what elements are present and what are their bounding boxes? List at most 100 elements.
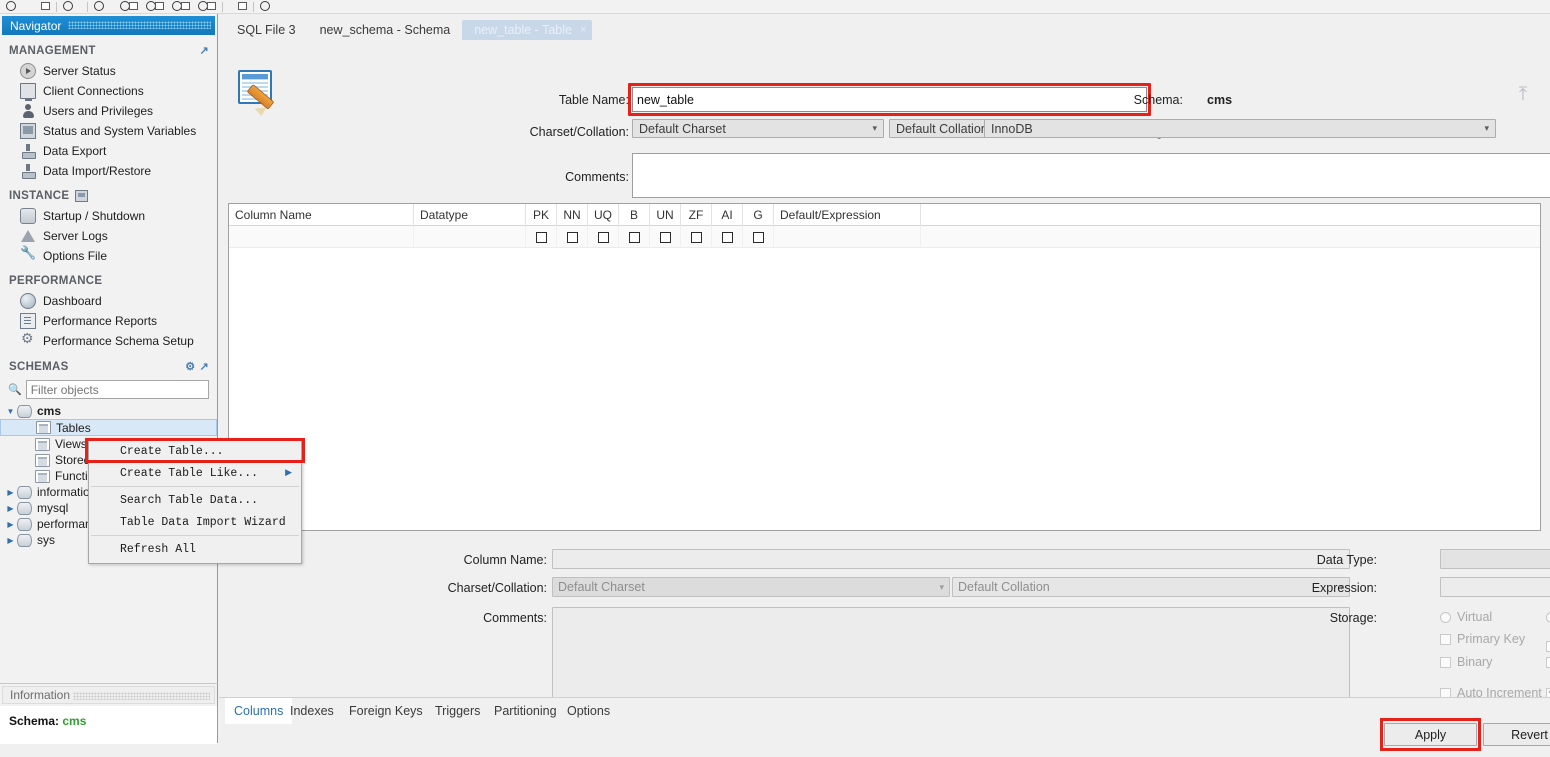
chevron-right-icon[interactable]: ▶ bbox=[4, 504, 17, 513]
tree-item-tables[interactable]: Tables bbox=[0, 419, 217, 436]
database-icon bbox=[17, 485, 32, 499]
grid-cell-un[interactable] bbox=[650, 226, 681, 248]
sidebar-item-users-privileges[interactable]: Users and Privileges bbox=[0, 101, 217, 121]
expand-icon[interactable]: ↗ bbox=[199, 360, 209, 373]
grid-cell-uq[interactable] bbox=[588, 226, 619, 248]
tab-foreign-keys[interactable]: Foreign Keys bbox=[340, 698, 432, 724]
grid-cell-default[interactable] bbox=[774, 226, 921, 248]
chevron-right-icon[interactable]: ▶ bbox=[4, 520, 17, 529]
new-table-icon[interactable] bbox=[30, 0, 52, 13]
column-charset-dropdown[interactable]: Default Charset ▾ bbox=[552, 577, 950, 597]
new-procedure-icon[interactable] bbox=[92, 0, 114, 13]
checkbox-icon[interactable] bbox=[628, 231, 640, 243]
grid-header-ai[interactable]: AI bbox=[712, 204, 743, 226]
charset-dropdown[interactable]: Default Charset ▾ bbox=[632, 119, 884, 138]
column-comments-textarea[interactable] bbox=[552, 607, 1350, 707]
flag-primary-key[interactable]: Primary Key bbox=[1440, 632, 1525, 646]
sidebar-item-label: Client Connections bbox=[43, 84, 144, 98]
sidebar-item-dashboard[interactable]: Dashboard bbox=[0, 291, 217, 311]
grid-header-name[interactable]: Column Name bbox=[229, 204, 414, 226]
tree-item-cms[interactable]: ▼ cms bbox=[0, 403, 217, 419]
grid-header-zf[interactable]: ZF bbox=[681, 204, 712, 226]
grid-cell-pk[interactable] bbox=[526, 226, 557, 248]
flag-unsigned[interactable]: Unsigned bbox=[1546, 655, 1550, 669]
sidebar-item-client-connections[interactable]: Client Connections bbox=[0, 81, 217, 101]
menu-item-table-data-import-wizard[interactable]: Table Data Import Wizard bbox=[89, 511, 301, 533]
tab-new-schema[interactable]: new_schema - Schema bbox=[308, 20, 463, 40]
grid-header-b[interactable]: B bbox=[619, 204, 650, 226]
menu-item-refresh-all[interactable]: Refresh All bbox=[89, 538, 301, 560]
reconnect-icon[interactable] bbox=[258, 0, 280, 13]
grid-cell-zf[interactable] bbox=[681, 226, 712, 248]
storage-option-virtual[interactable]: Virtual bbox=[1440, 610, 1492, 624]
information-panel: Information Schema: cms bbox=[0, 683, 218, 744]
sidebar-item-server-status[interactable]: Server Status bbox=[0, 61, 217, 81]
grid-header-un[interactable]: UN bbox=[650, 204, 681, 226]
grid-header-nn[interactable]: NN bbox=[557, 204, 588, 226]
grid-cell-nn[interactable] bbox=[557, 226, 588, 248]
checkbox-icon[interactable] bbox=[597, 231, 609, 243]
data-type-input[interactable] bbox=[1440, 549, 1550, 569]
tab-indexes[interactable]: Indexes bbox=[281, 698, 343, 724]
collapse-section-button[interactable]: ⤒ bbox=[1510, 82, 1536, 106]
chevron-right-icon[interactable]: ▶ bbox=[4, 488, 17, 497]
checkbox-icon[interactable] bbox=[566, 231, 578, 243]
sidebar-item-server-logs[interactable]: Server Logs bbox=[0, 226, 217, 246]
tab-triggers[interactable]: Triggers bbox=[426, 698, 489, 724]
filter-objects-input[interactable] bbox=[25, 380, 209, 399]
grid-cell-name[interactable] bbox=[229, 226, 414, 248]
sidebar-item-data-import[interactable]: Data Import/Restore bbox=[0, 161, 217, 181]
context-menu[interactable]: Create Table... Create Table Like... ▶ Sear… bbox=[88, 439, 302, 564]
grid-header-uq[interactable]: UQ bbox=[588, 204, 619, 226]
grid-cell-ai[interactable] bbox=[712, 226, 743, 248]
expression-input[interactable] bbox=[1440, 577, 1550, 597]
grid-cell-b[interactable] bbox=[619, 226, 650, 248]
grid-header-g[interactable]: G bbox=[743, 204, 774, 226]
sidebar-item-status-variables[interactable]: Status and System Variables bbox=[0, 121, 217, 141]
sidebar-item-performance-reports[interactable]: Performance Reports bbox=[0, 311, 217, 331]
checkbox-icon[interactable] bbox=[752, 231, 764, 243]
sidebar-item-performance-schema-setup[interactable]: Performance Schema Setup bbox=[0, 330, 217, 351]
checkbox-icon[interactable] bbox=[721, 231, 733, 243]
main-toolbar[interactable] bbox=[0, 0, 1550, 14]
close-icon[interactable]: × bbox=[580, 24, 586, 36]
grid-cell-g[interactable] bbox=[743, 226, 774, 248]
menu-item-create-table[interactable]: Create Table... bbox=[89, 440, 301, 462]
grid-cell-datatype[interactable] bbox=[414, 226, 526, 248]
expand-icon[interactable]: ↗ bbox=[199, 44, 209, 57]
tab-partitioning[interactable]: Partitioning bbox=[485, 698, 566, 724]
column-name-input[interactable] bbox=[552, 549, 1350, 569]
new-function-icon[interactable] bbox=[118, 0, 140, 13]
checkbox-icon[interactable] bbox=[659, 231, 671, 243]
table-comments-textarea[interactable]: ▴ ▾ bbox=[632, 153, 1550, 198]
engine-dropdown[interactable]: InnoDB ▾ bbox=[984, 119, 1496, 138]
sidebar-item-data-export[interactable]: Data Export bbox=[0, 141, 217, 161]
columns-grid[interactable]: Column Name Datatype PK NN UQ B UN ZF AI G Default… bbox=[228, 203, 1541, 531]
new-index-icon[interactable] bbox=[144, 0, 166, 13]
tab-sql-file-3[interactable]: SQL File 3 bbox=[225, 20, 308, 40]
new-view-icon[interactable] bbox=[61, 0, 83, 13]
table-name-input[interactable] bbox=[632, 87, 1147, 112]
table-row[interactable] bbox=[229, 226, 1540, 248]
tab-label: Foreign Keys bbox=[349, 704, 423, 718]
tab-options[interactable]: Options bbox=[558, 698, 619, 724]
menu-item-create-table-like[interactable]: Create Table Like... ▶ bbox=[89, 462, 301, 484]
grid-header-datatype[interactable]: Datatype bbox=[414, 204, 526, 226]
tab-new-table[interactable]: new_table - Table × bbox=[462, 20, 593, 40]
menu-item-search-table-data[interactable]: Search Table Data... bbox=[89, 489, 301, 511]
new-schema-icon[interactable] bbox=[4, 0, 26, 13]
new-user-icon[interactable] bbox=[196, 0, 218, 13]
flag-binary[interactable]: Binary bbox=[1440, 655, 1492, 669]
new-trigger-icon[interactable] bbox=[170, 0, 192, 13]
grid-header-default[interactable]: Default/Expression bbox=[774, 204, 921, 226]
sidebar-item-options-file[interactable]: Options File bbox=[0, 245, 217, 266]
refresh-icon[interactable]: ⚙ bbox=[185, 360, 195, 373]
chevron-down-icon[interactable]: ▼ bbox=[4, 407, 17, 416]
storage-option-stored[interactable]: Stored bbox=[1546, 610, 1550, 624]
checkbox-icon[interactable] bbox=[535, 231, 547, 243]
sidebar-item-startup-shutdown[interactable]: Startup / Shutdown bbox=[0, 206, 217, 226]
checkbox-icon[interactable] bbox=[690, 231, 702, 243]
chevron-right-icon[interactable]: ▶ bbox=[4, 536, 17, 545]
grid-header-pk[interactable]: PK bbox=[526, 204, 557, 226]
search-icon[interactable] bbox=[227, 0, 249, 13]
